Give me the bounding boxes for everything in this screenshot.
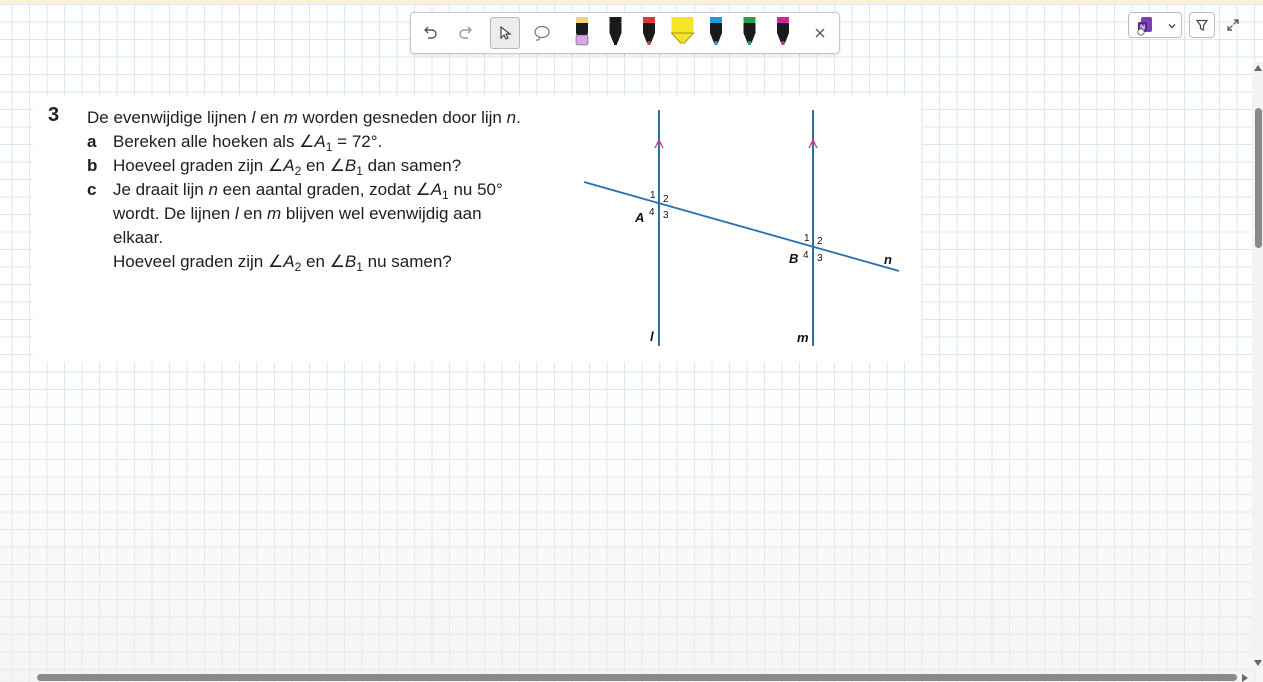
angle-b2-label: 2 (817, 236, 823, 247)
close-toolbar-button[interactable] (805, 17, 835, 49)
expand-button[interactable] (1222, 14, 1244, 36)
undo-button[interactable] (415, 17, 445, 49)
angle-a2-label: 2 (663, 194, 669, 205)
horizontal-scroll-thumb[interactable] (37, 674, 1237, 681)
point-b-label: B (789, 251, 798, 266)
background-fade (0, 380, 1263, 682)
top-highlight-strip (0, 0, 1263, 4)
line-m-label: m (797, 330, 809, 345)
drawing-toolbar (410, 12, 840, 54)
pen-palette (575, 17, 789, 46)
angle-b4-label: 4 (803, 250, 809, 261)
question-c-line2: wordt. De lijnen l en m blijven wel even… (113, 204, 482, 223)
line-n (583, 181, 900, 272)
pen-red-icon[interactable] (643, 17, 655, 45)
pen-pink-black-icon[interactable] (575, 17, 589, 46)
redo-icon (459, 26, 472, 39)
filter-button[interactable] (1189, 12, 1215, 38)
redo-button[interactable] (451, 17, 481, 49)
vertical-scroll-thumb[interactable] (1255, 108, 1262, 248)
angle-b1-label: 1 (804, 233, 810, 244)
parallel-lines-diagram: A B l m n 1 2 3 4 1 2 3 4 (583, 110, 900, 346)
question-c-line3: elkaar. (113, 228, 164, 247)
point-a-label: A (634, 210, 644, 225)
question-c-line1: Je draait lijn n een aantal graden, zoda… (113, 180, 503, 202)
lasso-tool-button[interactable] (527, 17, 557, 49)
scroll-down-arrow-icon[interactable] (1254, 660, 1262, 666)
close-icon (815, 28, 825, 38)
question-a-text: Bereken alle hoeken als ∠A1 = 72°. (113, 132, 383, 154)
onenote-icon: N (1137, 17, 1152, 36)
pen-blue-icon[interactable] (710, 17, 722, 45)
scroll-up-arrow-icon[interactable] (1254, 65, 1262, 71)
pen-green-icon[interactable] (743, 17, 756, 45)
angle-a4-label: 4 (649, 207, 655, 218)
undo-icon (424, 26, 437, 39)
exercise-intro: De evenwijdige lijnen l en m worden gesn… (87, 108, 521, 127)
pen-magenta-icon[interactable] (777, 17, 789, 45)
question-b-text: Hoeveel graden zijn ∠A2 en ∠B1 dan samen… (113, 156, 462, 178)
exercise-number: 3 (48, 104, 60, 126)
angle-a1-label: 1 (650, 190, 656, 201)
pointer-icon (500, 25, 512, 40)
pointer-tool-button[interactable] (490, 17, 520, 49)
scroll-right-arrow-icon[interactable] (1242, 674, 1248, 682)
app-selector-dropdown[interactable]: N (1128, 12, 1182, 38)
line-n-label: n (884, 252, 892, 267)
highlighter-yellow-icon[interactable] (670, 17, 695, 44)
angle-a3-label: 3 (663, 210, 669, 221)
line-l-label: l (650, 329, 654, 344)
question-c-line4: Hoeveel graden zijn ∠A2 en ∠B1 nu samen? (113, 252, 452, 274)
expand-icon (1227, 19, 1239, 31)
question-b-label: b (87, 156, 98, 175)
angle-b3-label: 3 (817, 253, 823, 264)
chevron-down-icon (1168, 24, 1176, 29)
question-c-label: c (87, 180, 97, 199)
question-a-label: a (87, 132, 97, 151)
filter-icon (1195, 19, 1209, 31)
lasso-icon (534, 25, 550, 41)
pen-black-icon[interactable] (609, 17, 622, 45)
